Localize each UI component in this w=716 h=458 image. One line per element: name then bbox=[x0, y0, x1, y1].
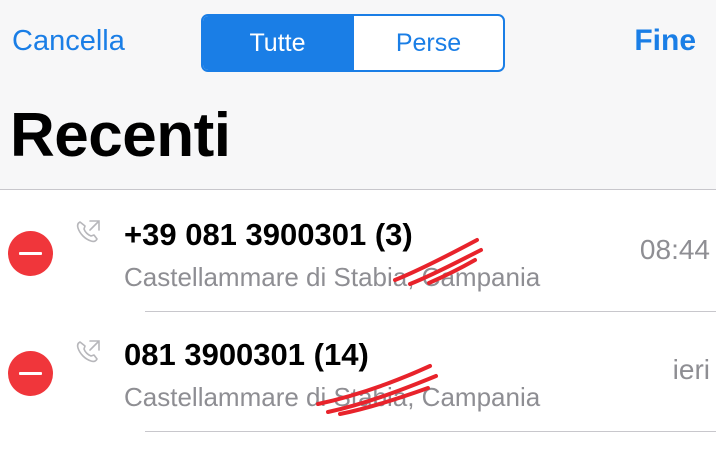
segment-missed[interactable]: Perse bbox=[352, 16, 503, 70]
caller-number: +39 081 3900301 (3) bbox=[124, 217, 413, 252]
call-row[interactable]: 081 3900301 (14) Castellammare di Stabia… bbox=[0, 312, 716, 432]
caller-location: Castellammare di Stabia, Campania bbox=[124, 262, 541, 292]
cancel-button[interactable]: Cancella bbox=[12, 25, 125, 58]
caller-number: 081 3900301 (14) bbox=[124, 337, 369, 372]
navigation-header: Cancella Tutte Perse Fine Recenti bbox=[0, 0, 716, 190]
done-button[interactable]: Fine bbox=[634, 24, 696, 58]
call-time: 08:44 bbox=[639, 234, 710, 265]
call-time: ieri bbox=[672, 354, 710, 385]
segment-all[interactable]: Tutte bbox=[203, 16, 352, 70]
calls-filter-segmented-control: Tutte Perse bbox=[201, 14, 505, 72]
delete-icon[interactable] bbox=[8, 351, 53, 396]
delete-icon[interactable] bbox=[8, 231, 53, 276]
outgoing-call-icon bbox=[76, 220, 100, 243]
row-divider bbox=[145, 431, 716, 432]
caller-location: Castellammare di Stabia, Campania bbox=[124, 382, 541, 412]
page-title: Recenti bbox=[10, 101, 231, 170]
call-row[interactable]: +39 081 3900301 (3) Castellammare di Sta… bbox=[0, 192, 716, 312]
outgoing-call-icon bbox=[76, 340, 100, 363]
